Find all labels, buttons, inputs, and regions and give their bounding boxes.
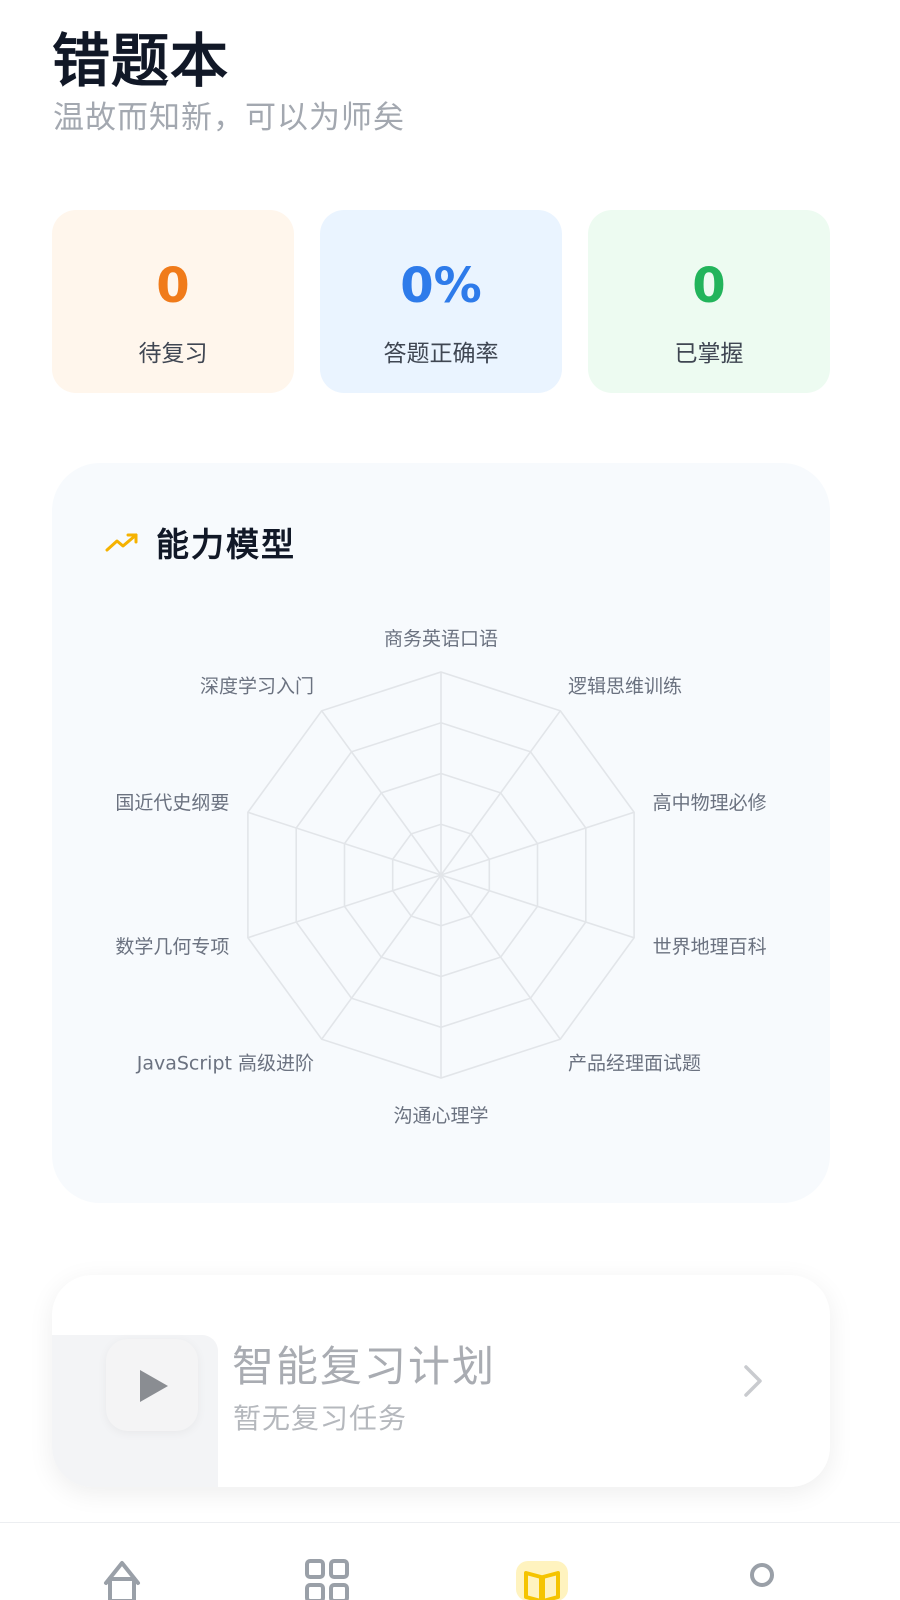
radar-spoke: [440, 874, 561, 1040]
bottom-tab-bar: [0, 1522, 900, 1600]
tab-mistake-book[interactable]: [512, 1553, 572, 1600]
radar-axis-label: 数学几何专项: [115, 936, 229, 958]
radar-axis-label: 深度学习入门: [200, 676, 314, 698]
home-icon: [104, 1561, 140, 1600]
ability-radar-chart: 商务英语口语逻辑思维训练高中物理必修世界地理百科产品经理面试题沟通心理学 Java…: [115, 628, 767, 1127]
plan-title: 智能复习计划: [232, 1342, 497, 1391]
plan-subtitle: 暂无复习任务: [233, 1402, 408, 1435]
radar-axis-label: 沟通心理学: [393, 1105, 488, 1127]
smart-review-plan-card[interactable]: 智能复习计划 暂无复习任务: [52, 1275, 830, 1487]
book-icon: [516, 1561, 568, 1600]
grid-icon: [305, 1559, 349, 1600]
radar-axis-label: 国近代史纲要: [115, 792, 229, 814]
tab-categories[interactable]: [298, 1553, 358, 1600]
radar-axis-label: 高中物理必修: [653, 792, 767, 814]
user-icon: [750, 1563, 774, 1587]
play-icon: [140, 1370, 168, 1402]
radar-axis-label: 商务英语口语: [384, 628, 498, 650]
tab-profile[interactable]: [732, 1553, 792, 1600]
radar-axis-label: 世界地理百科: [653, 936, 767, 958]
play-button[interactable]: [106, 1339, 198, 1431]
radar-spoke: [440, 710, 561, 876]
radar-spoke: [321, 710, 442, 876]
radar-axis-label: JavaScript 高级进阶: [136, 1053, 314, 1075]
mistake-notebook-page: 错题本 温故而知新，可以为师矣 0 待复习 0% 答题正确率 0 已掌握 能力模…: [0, 0, 900, 1600]
radar-spoke: [321, 874, 442, 1040]
chevron-right-icon: [744, 1365, 762, 1397]
tab-home[interactable]: [92, 1553, 152, 1600]
radar-axis-label: 产品经理面试题: [568, 1053, 701, 1075]
radar-axis-label: 逻辑思维训练: [568, 676, 682, 698]
